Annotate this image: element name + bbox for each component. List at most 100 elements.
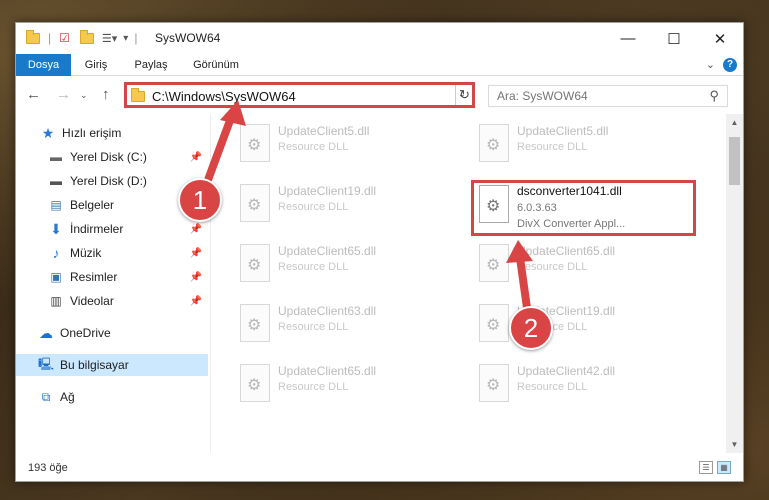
sidebar-item-label: Videolar (70, 294, 114, 308)
pin-icon: 📌 (189, 271, 202, 283)
list-item[interactable]: UpdateClient5.dll Resource DLL (232, 120, 457, 176)
drive-icon: ▬ (50, 150, 62, 164)
videos-icon: ▥ (50, 294, 62, 308)
dll-file-icon (240, 364, 270, 402)
tab-home[interactable]: Giriş (76, 54, 116, 76)
tab-view[interactable]: Görünüm (186, 54, 246, 76)
sidebar-item-onedrive[interactable]: ☁ OneDrive (16, 322, 208, 344)
list-item[interactable]: UpdateClient65.dll Resource DLL (232, 240, 457, 296)
file-type: Resource DLL (278, 261, 349, 273)
sidebar-item-pictures[interactable]: ▣ Resimler 📌 (16, 266, 208, 288)
file-name: UpdateClient5.dll (517, 124, 609, 138)
search-input[interactable] (489, 86, 689, 106)
computer-icon: 🖳 (38, 356, 55, 371)
dll-file-icon (479, 244, 509, 282)
dll-file-icon (479, 364, 509, 402)
list-item[interactable]: UpdateClient5.dll Resource DLL (471, 120, 696, 176)
close-button[interactable]: ✕ (697, 23, 743, 54)
sidebar-item-label: İndirmeler (70, 222, 124, 236)
search-box[interactable]: ⚲ (488, 85, 728, 107)
minimize-icon: — (620, 30, 636, 47)
title-bar: | ☑ ☰▾ ▾ | SysWOW64 — ☐ ✕ (16, 23, 743, 54)
sidebar-item-label: Müzik (70, 246, 102, 260)
separator: | (134, 31, 138, 45)
sidebar-item-label: Belgeler (70, 198, 115, 212)
drive-icon: ▬ (50, 174, 62, 188)
vertical-scrollbar[interactable]: ▲ ▼ (726, 114, 743, 453)
dll-file-icon (240, 304, 270, 342)
file-type: Resource DLL (278, 201, 349, 213)
sidebar-item-label: Yerel Disk (D:) (70, 174, 147, 188)
new-folder-icon[interactable] (79, 29, 94, 44)
scroll-down-icon[interactable]: ▼ (726, 436, 743, 453)
status-bar: 193 öğe ☰ ▦ (16, 453, 743, 481)
cloud-icon: ☁ (39, 324, 53, 341)
help-icon[interactable]: ? (723, 58, 737, 72)
maximize-button[interactable]: ☐ (651, 23, 697, 54)
expand-ribbon-icon[interactable]: ⌄ (706, 58, 715, 71)
file-name: UpdateClient42.dll (517, 364, 616, 378)
file-version: 6.0.3.63 (517, 202, 557, 214)
customize-toolbar-icon[interactable]: ▾ (123, 33, 128, 44)
minimize-button[interactable]: — (605, 23, 651, 54)
file-name: UpdateClient19.dll (278, 184, 377, 198)
pictures-icon: ▣ (50, 270, 62, 284)
tab-share[interactable]: Paylaş (128, 54, 174, 76)
refresh-button[interactable]: ↻ (455, 85, 473, 105)
sidebar-item-downloads[interactable]: ⬇ İndirmeler 📌 (16, 218, 208, 240)
up-button[interactable]: ↑ (102, 86, 110, 103)
network-icon: ⧉ (41, 389, 51, 404)
ribbon-tabs: Dosya Giriş Paylaş Görünüm ⌄ ? (16, 54, 743, 110)
file-name: UpdateClient65.dll (278, 244, 377, 258)
folder-icon[interactable] (26, 29, 40, 44)
sidebar-item-disk-d[interactable]: ▬ Yerel Disk (D:) (16, 170, 208, 192)
scrollbar-thumb[interactable] (729, 137, 740, 185)
sidebar-item-label: OneDrive (60, 326, 111, 340)
file-type: Resource DLL (278, 141, 349, 153)
list-item[interactable]: UpdateClient19.dll Resource DLL (471, 300, 696, 356)
list-item[interactable]: UpdateClient42.dll Resource DLL (471, 360, 696, 416)
file-name: UpdateClient63.dll (278, 304, 377, 318)
view-options-icon[interactable]: ☰▾ (102, 32, 117, 45)
file-description: DivX Converter Appl... (517, 218, 626, 230)
forward-button[interactable]: → (56, 86, 71, 103)
pin-icon: 📌 (189, 223, 202, 235)
file-name: UpdateClient5.dll (278, 124, 370, 138)
sidebar-item-videos[interactable]: ▥ Videolar 📌 (16, 290, 208, 312)
sidebar-item-disk-c[interactable]: ▬ Yerel Disk (C:) 📌 (16, 146, 208, 168)
download-icon: ⬇ (50, 220, 62, 237)
scroll-up-icon[interactable]: ▲ (726, 114, 743, 131)
sidebar-item-music[interactable]: ♪ Müzik 📌 (16, 242, 208, 264)
file-type: Resource DLL (517, 381, 588, 393)
sidebar-item-label: Hızlı erişim (62, 126, 122, 140)
back-button[interactable]: ← (26, 86, 41, 103)
dll-file-icon (479, 304, 509, 342)
pin-icon: 📌 (189, 295, 202, 307)
properties-icon[interactable]: ☑ (59, 31, 70, 45)
sidebar-item-this-pc[interactable]: 🖳 Bu bilgisayar (16, 354, 208, 376)
list-item[interactable]: UpdateClient65.dll Resource DLL (232, 360, 457, 416)
details-view-icon[interactable]: ☰ (699, 461, 713, 474)
list-item[interactable]: UpdateClient19.dll Resource DLL (232, 180, 457, 236)
highlighted-file-item[interactable]: dsconverter1041.dll 6.0.3.63 DivX Conver… (471, 180, 696, 236)
search-icon[interactable]: ⚲ (709, 88, 719, 104)
dll-file-icon (240, 244, 270, 282)
address-bar[interactable]: C:\Windows\SysWOW64 ⌄ (124, 82, 475, 108)
pin-icon: 📌 (189, 151, 202, 163)
separator: | (48, 31, 52, 45)
documents-icon: ▤ (50, 198, 62, 212)
sidebar-item-label: Yerel Disk (C:) (70, 150, 147, 164)
sidebar-item-label: Bu bilgisayar (60, 358, 129, 372)
dll-file-icon (479, 124, 509, 162)
dll-file-icon (240, 124, 270, 162)
dll-file-icon (479, 185, 509, 223)
list-item[interactable]: UpdateClient63.dll Resource DLL (232, 300, 457, 356)
large-icons-view-icon[interactable]: ▦ (717, 461, 731, 474)
sidebar-item-network[interactable]: ⧉ Ağ (16, 386, 208, 408)
music-icon: ♪ (52, 245, 60, 261)
file-type: Resource DLL (517, 141, 588, 153)
recent-locations-icon[interactable]: ⌄ (80, 90, 88, 101)
list-item[interactable]: UpdateClient65.dll Resource DLL (471, 240, 696, 296)
sidebar-item-quick-access[interactable]: ★ Hızlı erişim (16, 122, 208, 144)
file-list: UpdateClient5.dll Resource DLL UpdateCli… (212, 114, 727, 453)
